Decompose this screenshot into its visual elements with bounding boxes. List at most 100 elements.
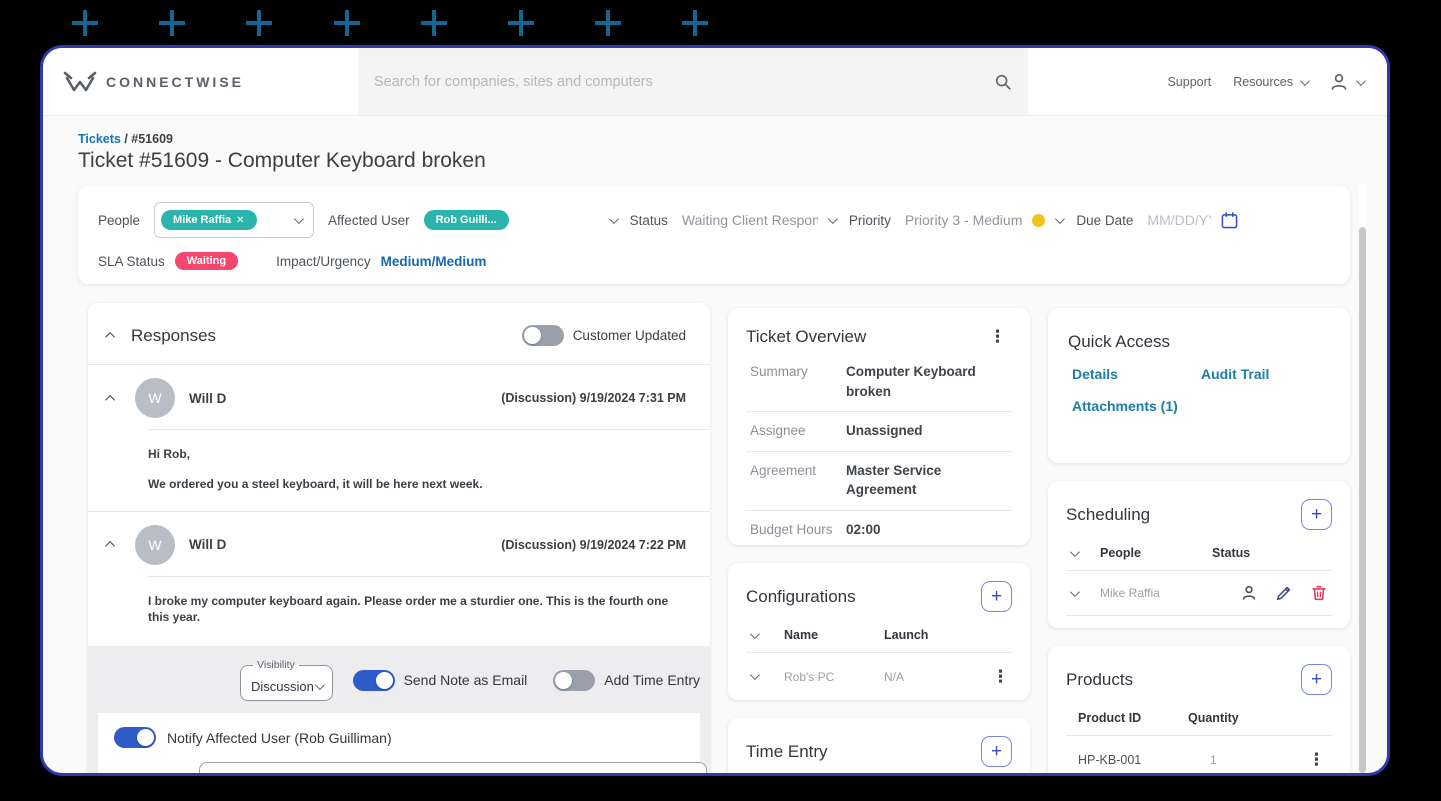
product-menu-icon[interactable]: ⋮: [1302, 749, 1332, 770]
configuration-row[interactable]: Rob's PC N/A ⋮: [746, 652, 1012, 700]
schedule-person-name: Mike Raffia: [1100, 586, 1160, 600]
collapse-entry-icon[interactable]: [105, 541, 116, 551]
scrollbar-thumb[interactable]: [1359, 227, 1366, 773]
add-time-entry-label: Add Time Entry: [604, 672, 700, 689]
overview-label: Budget Hours: [750, 521, 833, 537]
ticket-overview-menu-icon[interactable]: ⋮: [983, 326, 1012, 347]
chevron-down-icon: [1299, 75, 1310, 86]
page-title: Ticket #51609 - Computer Keyboard broken: [78, 149, 486, 172]
overview-value: Unassigned: [846, 423, 923, 439]
add-product-button[interactable]: +: [1301, 664, 1332, 695]
sla-status-badge: Waiting: [174, 252, 239, 270]
overview-row: Assignee Unassigned: [746, 412, 1012, 452]
affected-user-chip-label: Rob Guilli...: [435, 214, 497, 226]
customer-updated-label: Customer Updated: [572, 328, 686, 343]
plus-mark-icon: [72, 10, 98, 36]
status-label: Status: [629, 212, 668, 228]
column-header-status: Status: [1212, 546, 1251, 560]
quick-access-card: Quick Access Details Audit Trail Attachm…: [1048, 308, 1350, 463]
scrollbar-track: [1359, 183, 1366, 227]
remove-chip-icon[interactable]: ✕: [236, 215, 244, 226]
affected-user-select[interactable]: Rob Guilli...: [423, 210, 619, 230]
brand-name: CONNECTWISE: [106, 73, 244, 90]
people-select[interactable]: Mike Raffia ✕: [154, 202, 315, 238]
top-navigation-bar: CONNECTWISE Support Resources: [43, 48, 1387, 116]
customer-updated-toggle[interactable]: [521, 325, 564, 346]
priority-medium-dot-icon: [1032, 213, 1046, 227]
entry-author: Will D: [189, 390, 227, 406]
audit-trail-link[interactable]: Audit Trail: [1201, 366, 1330, 382]
chevron-down-icon[interactable]: [749, 628, 760, 639]
add-schedule-button[interactable]: +: [1301, 499, 1332, 530]
plus-mark-icon: [334, 10, 360, 36]
priority-value: Priority 3 - Medium: [904, 212, 1023, 228]
configurations-title: Configurations: [746, 586, 856, 606]
account-menu[interactable]: [1329, 72, 1366, 92]
chevron-down-icon[interactable]: [749, 670, 760, 681]
breadcrumb-tickets-link[interactable]: Tickets: [78, 132, 121, 146]
impact-urgency-label: Impact/Urgency: [276, 253, 371, 269]
scheduling-card: Scheduling + People Status Mike Raffia: [1048, 481, 1350, 628]
time-entry-card: Time Entry +: [728, 718, 1030, 773]
add-time-entry-button[interactable]: +: [981, 736, 1012, 767]
configuration-menu-icon[interactable]: ⋮: [986, 666, 1012, 687]
edit-pencil-icon[interactable]: [1275, 584, 1293, 602]
floating-action-button[interactable]: [1261, 774, 1315, 776]
breadcrumb: Tickets / #51609: [78, 132, 173, 146]
overview-row: Budget Hours 02:00: [746, 511, 1012, 545]
due-date-label: Due Date: [1076, 212, 1134, 228]
configuration-name: Rob's PC: [784, 669, 835, 684]
product-id: HP-KB-001: [1078, 752, 1142, 767]
notify-affected-user-toggle[interactable]: [114, 727, 156, 749]
people-label: People: [98, 212, 141, 228]
calendar-icon[interactable]: [1221, 211, 1238, 229]
breadcrumb-ticket-id: #51609: [131, 132, 173, 146]
visibility-value: Discussion: [251, 679, 314, 695]
status-select[interactable]: Waiting Client Response: [682, 212, 838, 228]
product-row[interactable]: HP-KB-001 1 ⋮: [1066, 735, 1332, 773]
chevron-down-icon[interactable]: [1069, 586, 1080, 597]
notify-block: Notify Affected User (Rob Guilliman): [98, 713, 707, 773]
delete-trash-icon[interactable]: [1310, 584, 1328, 602]
ticket-fields-card: People Mike Raffia ✕ Affected User Rob G…: [78, 186, 1350, 284]
collapse-responses-icon[interactable]: [105, 331, 116, 342]
affected-user-chip[interactable]: Rob Guilli...: [423, 210, 509, 230]
product-quantity: 1: [1210, 752, 1217, 767]
plus-mark-icon: [508, 10, 534, 36]
chevron-down-icon: [294, 213, 304, 224]
responses-card: Responses Customer Updated W Will D (Dis…: [88, 303, 710, 773]
overview-label: Agreement: [750, 462, 817, 478]
note-text-input[interactable]: [199, 762, 707, 773]
plus-mark-icon: [421, 10, 447, 36]
schedule-row[interactable]: Mike Raffia: [1066, 570, 1332, 616]
support-link[interactable]: Support: [1167, 75, 1211, 89]
responses-title: Responses: [131, 325, 217, 345]
search-icon[interactable]: [994, 73, 1012, 91]
impact-urgency-value: Medium/Medium: [380, 253, 487, 269]
overview-label: Assignee: [750, 423, 806, 439]
column-header-name: Name: [784, 628, 819, 642]
plus-mark-icon: [246, 10, 272, 36]
avatar: W: [135, 378, 175, 418]
chevron-down-icon: [608, 213, 619, 224]
resources-menu[interactable]: Resources: [1233, 75, 1310, 89]
add-configuration-button[interactable]: +: [981, 581, 1012, 612]
visibility-select[interactable]: Visibility Discussion: [240, 659, 333, 702]
attachments-link[interactable]: Attachments (1): [1072, 398, 1201, 414]
sla-status-label: SLA Status: [98, 253, 165, 269]
configurations-card: Configurations + Name Launch Rob's PC N/…: [728, 563, 1030, 700]
chevron-down-icon[interactable]: [1069, 546, 1080, 557]
priority-select[interactable]: Priority 3 - Medium: [904, 212, 1066, 228]
assign-person-icon[interactable]: [1240, 584, 1258, 602]
user-icon: [1331, 73, 1347, 90]
people-chip[interactable]: Mike Raffia ✕: [161, 210, 257, 230]
details-link[interactable]: Details: [1072, 366, 1201, 382]
chevron-down-icon: [1355, 75, 1366, 86]
add-time-entry-toggle[interactable]: [553, 669, 596, 691]
connectwise-logo: CONNECTWISE: [63, 69, 244, 95]
collapse-entry-icon[interactable]: [105, 394, 116, 405]
send-note-as-email-toggle[interactable]: [352, 669, 395, 691]
search-input[interactable]: [374, 73, 994, 90]
due-date-field[interactable]: MM/DD/YYYY: [1147, 211, 1238, 229]
topbar-actions: Support Resources: [1167, 48, 1366, 116]
